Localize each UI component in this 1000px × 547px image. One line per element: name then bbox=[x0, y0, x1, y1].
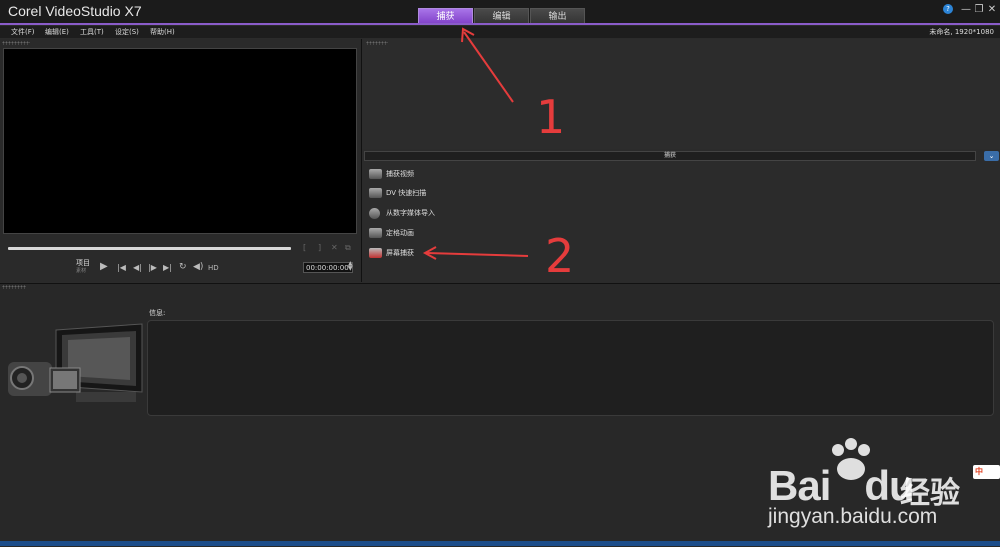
annotation-arrow-2 bbox=[426, 252, 529, 257]
annotation-arrow-1 bbox=[463, 31, 514, 103]
annotation-number-1: 1 bbox=[536, 90, 565, 144]
taskbar bbox=[0, 541, 1000, 546]
annotation-arrowhead-1 bbox=[461, 27, 475, 43]
watermark-brand: Bai du bbox=[768, 462, 915, 510]
annotation-number-2: 2 bbox=[545, 229, 574, 283]
ime-indicator[interactable]: 中 bbox=[973, 465, 1000, 479]
watermark-bai: Bai bbox=[768, 462, 831, 509]
watermark-url: jingyan.baidu.com bbox=[768, 505, 938, 528]
